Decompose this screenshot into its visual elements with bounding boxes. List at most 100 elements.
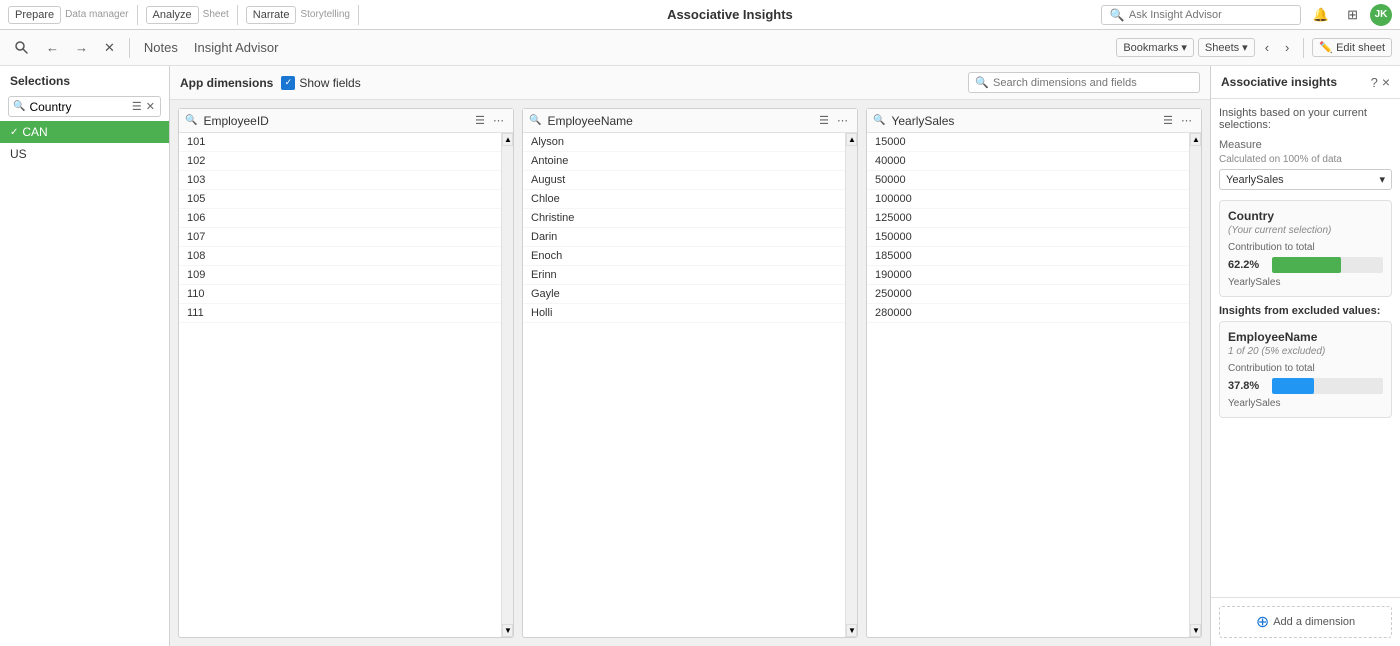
country-bar-pct: 62.2%	[1228, 259, 1266, 271]
employeeid-list-btn[interactable]: ☰	[472, 113, 488, 128]
edit-sheet-button[interactable]: ✏️ Edit sheet	[1312, 38, 1392, 57]
dimensions-area: 🔍 EmployeeID ☰ ⋯ 101 102 103 105 106	[170, 100, 1210, 646]
insights-close-button[interactable]: ×	[1382, 74, 1390, 90]
list-item-can[interactable]: ✓ CAN	[0, 121, 169, 143]
bookmarks-button[interactable]: Bookmarks ▾	[1116, 38, 1194, 57]
table-row[interactable]: 108	[179, 247, 501, 266]
ask-insight-search[interactable]: 🔍	[1101, 5, 1301, 25]
notes-button[interactable]: Notes	[138, 36, 184, 59]
employeeid-scroll-up[interactable]: ▲	[502, 133, 513, 146]
selections-panel: Selections 🔍 Country ☰ ✕ ✓ CAN US	[0, 66, 170, 646]
employeename-body: Alyson Antoine August Chloe Christine Da…	[523, 133, 845, 637]
clear-selections-button[interactable]: ✕	[98, 36, 121, 60]
table-row[interactable]: 40000	[867, 152, 1189, 171]
list-item-us-label: US	[10, 147, 27, 161]
sheets-button[interactable]: Sheets ▾	[1198, 38, 1255, 57]
table-row[interactable]: Alyson	[523, 133, 845, 152]
smart-search-button[interactable]	[8, 36, 36, 60]
yearlysales-scroll-up[interactable]: ▲	[1190, 133, 1201, 146]
employeename-search[interactable]: 🔍 EmployeeName	[529, 114, 816, 128]
table-row[interactable]: 50000	[867, 171, 1189, 190]
grid-button[interactable]: ⊞	[1341, 3, 1364, 27]
ask-insight-input[interactable]	[1129, 9, 1292, 21]
employeeid-more-btn[interactable]: ⋯	[490, 113, 507, 128]
next-sheet-button[interactable]: ›	[1279, 36, 1295, 59]
app-title: Associative Insights	[367, 7, 1093, 22]
table-row[interactable]: Chloe	[523, 190, 845, 209]
table-row[interactable]: 101	[179, 133, 501, 152]
table-row[interactable]: 102	[179, 152, 501, 171]
add-dimension-button[interactable]: ⊕ Add a dimension	[1219, 606, 1392, 638]
prepare-button[interactable]: Prepare	[8, 6, 61, 24]
notification-button[interactable]: 🔔	[1307, 3, 1335, 27]
employeeid-header: 🔍 EmployeeID ☰ ⋯	[179, 109, 513, 133]
dim-search-input[interactable]	[993, 77, 1193, 89]
table-row[interactable]: 190000	[867, 266, 1189, 285]
show-fields-check[interactable]: ✓ Show fields	[281, 76, 360, 90]
table-row[interactable]: 280000	[867, 304, 1189, 323]
country-filter-label: Country	[29, 100, 130, 114]
narrate-button[interactable]: Narrate	[246, 6, 297, 24]
table-row[interactable]: 103	[179, 171, 501, 190]
top-bar: Prepare Data manager Analyze Sheet Narra…	[0, 0, 1400, 30]
list-item-can-label: CAN	[22, 125, 47, 139]
country-contribution-bar: 62.2%	[1228, 257, 1383, 273]
employeename-scroll-down[interactable]: ▼	[846, 624, 857, 637]
table-row[interactable]: 125000	[867, 209, 1189, 228]
employeeid-search[interactable]: 🔍 EmployeeID	[185, 114, 472, 128]
pencil-icon: ✏️	[1319, 41, 1333, 54]
employeename-scroll-track	[846, 146, 857, 624]
yearlysales-header: 🔍 YearlySales ☰ ⋯	[867, 109, 1201, 133]
table-row[interactable]: August	[523, 171, 845, 190]
table-row[interactable]: 109	[179, 266, 501, 285]
selection-back-button[interactable]: ←	[40, 36, 65, 59]
employeename-title: EmployeeName	[547, 114, 632, 128]
table-row[interactable]: 150000	[867, 228, 1189, 247]
table-row[interactable]: Holli	[523, 304, 845, 323]
yearlysales-scroll-down[interactable]: ▼	[1190, 624, 1201, 637]
sep-t2	[1303, 38, 1304, 58]
table-row[interactable]: 185000	[867, 247, 1189, 266]
country-bar-bg	[1272, 257, 1383, 273]
table-row[interactable]: 107	[179, 228, 501, 247]
selection-forward-button[interactable]: →	[69, 36, 94, 59]
table-row[interactable]: 106	[179, 209, 501, 228]
analyze-button[interactable]: Analyze	[146, 6, 199, 24]
employeename-more-btn[interactable]: ⋯	[834, 113, 851, 128]
toolbar: ← → ✕ Notes Insight Advisor Bookmarks ▾ …	[0, 30, 1400, 66]
employeeid-title: EmployeeID	[203, 114, 268, 128]
filter-clear-button[interactable]: ✕	[145, 99, 156, 114]
dim-search-wrap[interactable]: 🔍	[968, 72, 1200, 93]
table-row[interactable]: 105	[179, 190, 501, 209]
prev-sheet-button[interactable]: ‹	[1259, 36, 1275, 59]
table-row[interactable]: Darin	[523, 228, 845, 247]
measure-dropdown[interactable]: YearlySales ▾	[1219, 169, 1392, 190]
table-row[interactable]: Erinn	[523, 266, 845, 285]
table-row[interactable]: Christine	[523, 209, 845, 228]
table-row[interactable]: 110	[179, 285, 501, 304]
table-row[interactable]: Gayle	[523, 285, 845, 304]
smart-search-icon	[14, 40, 30, 56]
narrate-label: Narrate	[253, 9, 290, 21]
yearlysales-list-btn[interactable]: ☰	[1160, 113, 1176, 128]
insights-help-button[interactable]: ?	[1371, 75, 1378, 90]
list-item-us[interactable]: US	[0, 143, 169, 165]
table-row[interactable]: Antoine	[523, 152, 845, 171]
employee-bar-bg	[1272, 378, 1383, 394]
table-row[interactable]: 250000	[867, 285, 1189, 304]
yearlysales-body: 15000 40000 50000 100000 125000 150000 1…	[867, 133, 1189, 637]
employeeid-body: 101 102 103 105 106 107 108 109 110 111	[179, 133, 501, 637]
yearlysales-more-btn[interactable]: ⋯	[1178, 113, 1195, 128]
yearlysales-search[interactable]: 🔍 YearlySales	[873, 114, 1160, 128]
table-row[interactable]: 15000	[867, 133, 1189, 152]
employeeid-scroll-down[interactable]: ▼	[502, 624, 513, 637]
filter-list-view-button[interactable]: ☰	[131, 99, 143, 114]
table-row[interactable]: Enoch	[523, 247, 845, 266]
insight-advisor-button[interactable]: Insight Advisor	[188, 36, 285, 59]
employeeid-actions: ☰ ⋯	[472, 113, 507, 128]
table-row[interactable]: 111	[179, 304, 501, 323]
employeename-list-btn[interactable]: ☰	[816, 113, 832, 128]
employeename-scroll-up[interactable]: ▲	[846, 133, 857, 146]
table-row[interactable]: 100000	[867, 190, 1189, 209]
country-filter[interactable]: 🔍 Country ☰ ✕	[8, 96, 161, 117]
